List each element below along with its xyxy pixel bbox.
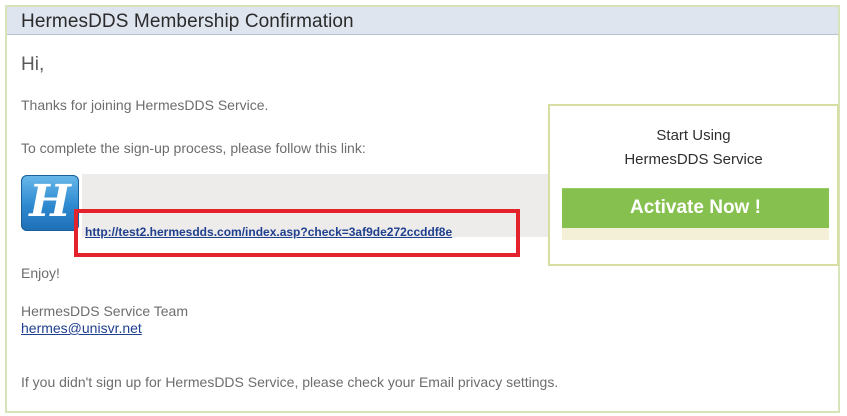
privacy-note: If you didn't sign up for HermesDDS Serv… bbox=[21, 374, 559, 390]
complete-instruction: To complete the sign-up process, please … bbox=[21, 140, 366, 156]
hermes-logo-letter: H bbox=[29, 176, 71, 227]
promo-title-line-1: Start Using bbox=[656, 127, 731, 144]
hermes-logo-icon: H bbox=[21, 175, 79, 231]
enjoy-text: Enjoy! bbox=[21, 265, 60, 281]
activate-now-button[interactable]: Activate Now ! bbox=[562, 188, 829, 228]
promo-title-line-2: HermesDDS Service bbox=[624, 151, 763, 168]
promo-title: Start Using HermesDDS Service bbox=[550, 124, 837, 172]
button-shadow-strip bbox=[562, 228, 829, 240]
email-header: HermesDDS Membership Confirmation bbox=[7, 7, 838, 35]
activation-promo-box: Start Using HermesDDS Service Activate N… bbox=[548, 104, 839, 266]
team-name: HermesDDS Service Team bbox=[21, 303, 189, 319]
email-title: HermesDDS Membership Confirmation bbox=[21, 11, 354, 32]
contact-email-link[interactable]: hermes@unisvr.net bbox=[21, 320, 142, 336]
greeting-text: Hi, bbox=[21, 54, 45, 75]
activation-link[interactable]: http://test2.hermesdds.com/index.asp?che… bbox=[85, 225, 452, 239]
thanks-text: Thanks for joining HermesDDS Service. bbox=[21, 97, 269, 113]
